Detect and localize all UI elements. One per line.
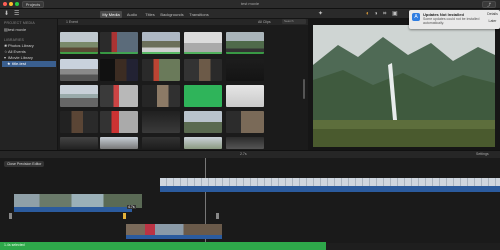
- color-balance-icon[interactable]: ◐: [366, 11, 370, 17]
- mountain-landscape-image: [313, 25, 495, 147]
- clip-thumbnail[interactable]: [100, 111, 138, 133]
- viewer-video-frame: [313, 25, 495, 147]
- star-icon: ★: [7, 61, 11, 66]
- magic-wand-icon[interactable]: ✦: [318, 11, 323, 17]
- clip-thumbnail[interactable]: [184, 32, 222, 54]
- crop-icon[interactable]: ⌗: [383, 11, 386, 17]
- clip-thumbnail[interactable]: [60, 32, 98, 54]
- clip-thumbnail[interactable]: [184, 111, 222, 133]
- sidebar-item-title-test[interactable]: ★ title-test: [2, 61, 56, 67]
- timeline: Close Precision Editor 4.7s: [0, 158, 500, 243]
- all-clips-filter[interactable]: All Clips: [258, 20, 271, 24]
- window-title: test movie: [240, 1, 260, 6]
- trim-handle-center[interactable]: [123, 213, 126, 219]
- sidebar-item-label: test movie: [8, 27, 27, 32]
- clip-duration-badge: 4.7s: [127, 205, 136, 209]
- later-button[interactable]: Later: [485, 19, 500, 23]
- trim-handle-left[interactable]: [9, 213, 12, 219]
- clip-thumbnail[interactable]: [226, 137, 264, 149]
- film-icon: ▤: [4, 27, 8, 32]
- clip-thumbnail[interactable]: [60, 111, 98, 133]
- clip-thumbnail[interactable]: [226, 59, 264, 81]
- close-precision-editor-button[interactable]: Close Precision Editor: [4, 161, 45, 167]
- clip-thumbnail[interactable]: [142, 85, 180, 107]
- clip-thumbnail[interactable]: [60, 137, 98, 149]
- sidebar-item-test-movie[interactable]: ▤ test movie: [2, 27, 56, 33]
- sidebar-toggle-icon[interactable]: ☰: [14, 11, 19, 17]
- clip-thumbnail[interactable]: [226, 85, 264, 107]
- clip-thumbnail[interactable]: [142, 59, 180, 81]
- clip-thumbnail[interactable]: [226, 111, 264, 133]
- color-correction-icon[interactable]: ◑: [374, 11, 378, 17]
- title-bar: Projects test movie ⤴: [0, 0, 500, 9]
- project-media-heading: PROJECT MEDIA: [4, 21, 35, 25]
- tab-transitions[interactable]: Transitions: [187, 11, 211, 18]
- clip-thumbnail[interactable]: [226, 32, 264, 54]
- browser-header: 1 Event All Clips Search: [58, 19, 308, 25]
- clip-thumbnail[interactable]: [142, 111, 180, 133]
- sidebar-item-label: title-test: [12, 61, 27, 66]
- update-notification: A Updates Not Installed Some updates cou…: [409, 10, 500, 29]
- event-count: 1 Event: [66, 20, 78, 24]
- clip-thumbnail[interactable]: [142, 137, 180, 149]
- clip-thumbnail[interactable]: [60, 59, 98, 81]
- status-text: 1.4s selected: [4, 243, 25, 247]
- sidebar-item-label: All Events: [8, 49, 26, 54]
- main-audio-track[interactable]: [14, 207, 132, 212]
- main-clip-track[interactable]: [14, 194, 142, 208]
- libraries-heading: LIBRARIES: [4, 38, 25, 42]
- tab-audio[interactable]: Audio: [125, 11, 139, 18]
- selection-status-bar: 1.4s selected: [0, 242, 326, 250]
- sidebar-item-label: Photos Library: [8, 43, 34, 48]
- clip-thumbnail[interactable]: [184, 85, 222, 107]
- share-button[interactable]: ⤴: [482, 1, 496, 8]
- app-store-icon: A: [412, 13, 420, 21]
- trim-handle-right[interactable]: [216, 213, 219, 219]
- import-icon[interactable]: ⬇: [4, 11, 9, 17]
- clip-thumbnail[interactable]: [184, 137, 222, 149]
- clip-thumbnail[interactable]: [60, 85, 98, 107]
- media-browser: 1 Event All Clips Search: [58, 19, 308, 150]
- tab-titles[interactable]: Titles: [143, 11, 157, 18]
- browser-scrollbar[interactable]: [303, 79, 305, 99]
- tab-my-media[interactable]: My Media: [100, 11, 122, 18]
- clip-thumbnail[interactable]: [100, 137, 138, 149]
- background-audio-track[interactable]: [160, 186, 500, 192]
- timeline-duration: 2.7s: [240, 152, 247, 156]
- clip-thumbnail[interactable]: [100, 85, 138, 107]
- libraries-sidebar: PROJECT MEDIA ▤ test movie LIBRARIES ❀ Pho…: [0, 19, 58, 150]
- sidebar-item-label: iMovie Library: [8, 55, 33, 60]
- tab-backgrounds[interactable]: Backgrounds: [159, 11, 185, 18]
- clip-thumbnail[interactable]: [100, 32, 138, 54]
- clip-thumbnail[interactable]: [142, 32, 180, 54]
- viewer: ⏮ ▶ ⏭ 🎙 ⤢: [308, 19, 500, 161]
- timeline-settings[interactable]: Settings: [476, 152, 489, 156]
- clip-thumbnail[interactable]: [100, 59, 138, 81]
- clip-thumbnail[interactable]: [184, 59, 222, 81]
- stabilize-icon[interactable]: ▣: [392, 11, 398, 17]
- timeline-toolbar: 2.7s Settings: [0, 150, 500, 158]
- search-input[interactable]: Search: [282, 19, 306, 24]
- lower-audio-track[interactable]: [126, 235, 222, 239]
- details-button[interactable]: Details: [485, 12, 500, 16]
- notification-body: Some updates could not be installed auto…: [423, 17, 480, 25]
